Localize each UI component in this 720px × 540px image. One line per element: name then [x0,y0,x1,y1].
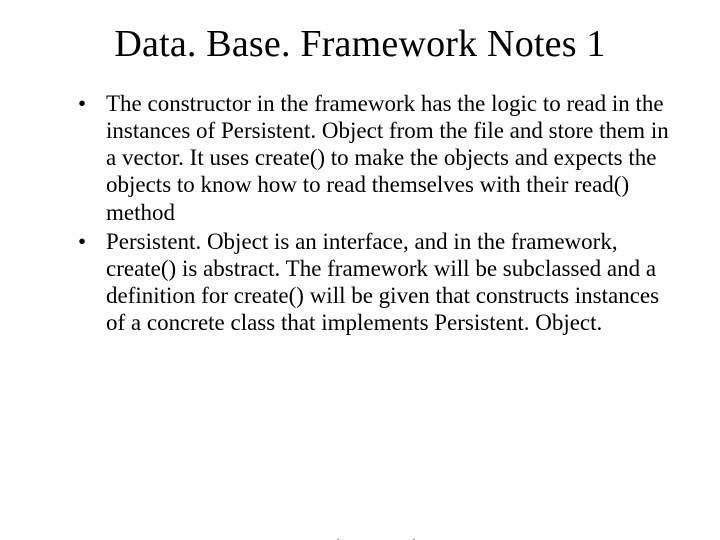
bullet-list: The constructor in the framework has the… [78,90,672,336]
list-item: The constructor in the framework has the… [78,90,672,226]
list-item: Persistent. Object is an interface, and … [78,228,672,337]
slide-title: Data. Base. Framework Notes 1 [0,22,720,66]
slide: Data. Base. Framework Notes 1 The constr… [0,22,720,540]
slide-body: The constructor in the framework has the… [0,90,720,336]
